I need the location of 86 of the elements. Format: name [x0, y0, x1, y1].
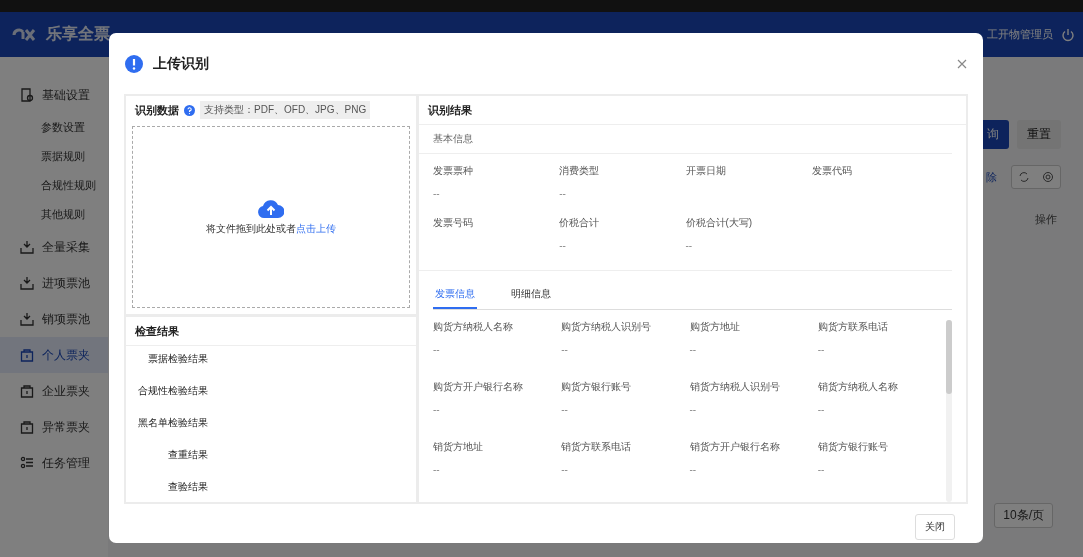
field-label: 价税合计(大写)	[685, 216, 754, 230]
page-size-select[interactable]: 10条/页	[994, 503, 1053, 528]
field-value: --	[559, 240, 567, 251]
tab[interactable]: 明细信息	[509, 281, 553, 309]
sidebar-item[interactable]: 企业票夹	[0, 373, 108, 409]
section-title: 基本信息	[419, 125, 952, 154]
field-label: 发票号码	[433, 216, 474, 230]
scrollbar[interactable]	[946, 320, 952, 502]
field-label: 销货方纳税人名称	[817, 380, 899, 394]
panel-title: 检查结果	[135, 323, 179, 339]
field-label: 发票票种	[433, 164, 474, 178]
settings-icon[interactable]	[1042, 171, 1054, 183]
field-value: --	[433, 188, 441, 199]
field-label: 购货方纳税人名称	[433, 320, 514, 334]
table-header-cell: 操作	[1035, 212, 1057, 227]
field-label: 发票代码	[811, 164, 853, 178]
field-label: 消费类型	[559, 164, 601, 178]
sidebar-item[interactable]: 销项票池	[0, 301, 108, 337]
panel-title: 识别结果	[428, 102, 472, 118]
check-label: 票据检验结果	[148, 352, 208, 366]
reset-button[interactable]: 重置	[1017, 120, 1061, 149]
close-button[interactable]: 关闭	[915, 514, 955, 540]
check-label: 黑名单检验结果	[138, 416, 208, 430]
check-label: 查重结果	[168, 448, 208, 462]
check-label: 查验结果	[168, 480, 208, 494]
field-value: --	[559, 188, 567, 199]
dialog-title: 上传识别	[153, 55, 209, 73]
field-label: 销货方联系电话	[561, 440, 633, 454]
info-icon	[125, 55, 143, 73]
field-value: --	[561, 464, 569, 475]
field-label: 购货方纳税人识别号	[561, 320, 653, 334]
tray-icon	[20, 240, 34, 254]
check-label: 合规性检验结果	[138, 384, 208, 398]
upload-link[interactable]: 点击上传	[296, 223, 336, 234]
field-value: --	[689, 344, 698, 355]
sidebar-item[interactable]: 进项票池	[0, 265, 108, 301]
tab[interactable]: 发票信息	[433, 281, 477, 309]
field-label: 购货方联系电话	[817, 320, 889, 334]
field-label: 开票日期	[685, 164, 727, 178]
sidebar-item[interactable]: 个人票夹	[0, 337, 108, 373]
refresh-icon[interactable]	[1018, 171, 1030, 183]
field-label: 销货方纳税人识别号	[689, 380, 781, 394]
delete-link[interactable]: 除	[986, 169, 997, 185]
field-value: --	[561, 404, 569, 415]
sidebar-item[interactable]: 基础设置	[0, 77, 108, 113]
drop-hint: 将文件拖到此处或者	[206, 223, 296, 234]
field-value: --	[817, 404, 826, 415]
inbox-icon	[20, 276, 34, 290]
user-name[interactable]: 工开物管理员	[987, 27, 1053, 42]
field-label: 购货方开户银行名称	[433, 380, 524, 394]
bag-icon	[20, 384, 34, 398]
sidebar-subitem[interactable]: 票据规则	[0, 142, 108, 171]
inbox-icon	[20, 312, 34, 326]
bag-icon	[20, 420, 34, 434]
document-icon	[20, 88, 34, 102]
sidebar-subitem[interactable]: 合规性规则	[0, 171, 108, 200]
field-value: --	[817, 464, 826, 475]
cloud-upload-icon	[258, 198, 284, 218]
app-title: 乐享全票	[46, 24, 110, 44]
sidebar-subitem[interactable]: 其他规则	[0, 200, 108, 229]
field-value: --	[433, 464, 441, 475]
field-value: --	[433, 404, 441, 415]
bag-icon	[20, 348, 34, 362]
field-label: 销货方银行账号	[817, 440, 889, 454]
power-icon[interactable]	[1061, 27, 1075, 42]
panel-title: 识别数据	[135, 102, 179, 118]
sidebar-item[interactable]: 全量采集	[0, 229, 108, 265]
field-value: --	[689, 464, 698, 475]
field-label: 销货方地址	[433, 440, 484, 454]
field-label: 销货方开户银行名称	[689, 440, 781, 454]
list-icon	[20, 456, 34, 470]
field-value: --	[689, 404, 698, 415]
field-label: 购货方地址	[689, 320, 741, 334]
field-label: 购货方银行账号	[561, 380, 633, 394]
sidebar-item[interactable]: 异常票夹	[0, 409, 108, 445]
field-label: 价税合计	[559, 216, 601, 230]
close-icon[interactable]	[957, 59, 967, 69]
field-value: --	[433, 344, 441, 355]
sidebar-item[interactable]: 任务管理	[0, 445, 108, 481]
drop-zone[interactable]: 将文件拖到此处或者点击上传	[132, 126, 410, 308]
help-icon[interactable]	[184, 104, 195, 116]
field-value: --	[561, 344, 569, 355]
sidebar-subitem[interactable]: 参数设置	[0, 113, 108, 142]
field-value: --	[685, 240, 694, 251]
format-tag: 支持类型：PDF、OFD、JPG、PNG	[200, 101, 371, 119]
field-value: --	[817, 344, 826, 355]
